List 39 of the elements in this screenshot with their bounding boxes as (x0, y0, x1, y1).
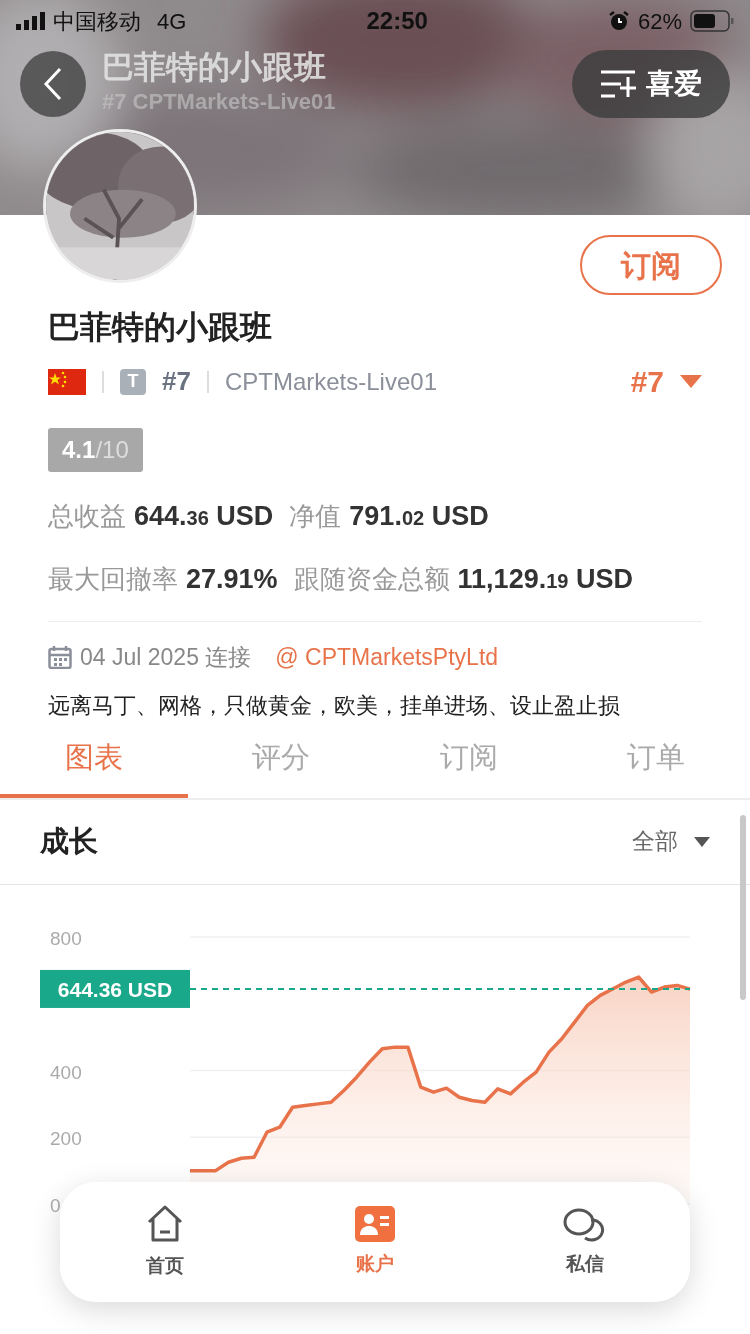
tab[interactable]: 图表 (0, 721, 188, 798)
ref-line-label: 644.36 USD (57, 977, 173, 1001)
section-title: 成长 (40, 823, 98, 859)
rank-selector[interactable]: #7 (630, 359, 702, 404)
home-icon (145, 1203, 185, 1244)
caret-icon (694, 836, 710, 847)
rating-badge: 4.1/10 (48, 428, 143, 472)
tab[interactable]: 评分 (187, 721, 375, 798)
value-tag: 644.36 USD (40, 969, 190, 1008)
nav-tab[interactable]: 首页 (60, 1202, 270, 1282)
stat-label: 总收益 (48, 500, 126, 533)
subscribe-button[interactable]: 订阅 (580, 235, 722, 295)
flag-icon (48, 368, 86, 395)
range-dropdown[interactable]: 全部 (632, 824, 710, 859)
tab[interactable]: 订单 (562, 721, 750, 798)
stat-value: 11,129.19 USD (457, 562, 633, 596)
stat-value: 27.91% (186, 562, 278, 596)
rank-label: #7 (162, 365, 191, 398)
caret-icon (680, 374, 702, 389)
nav-tab[interactable]: 私信 (480, 1204, 690, 1280)
account-type-badge: T (120, 368, 146, 395)
connected-date: 04 Jul 2025 连接 (80, 643, 252, 672)
axis-label: 200 (50, 1127, 82, 1149)
axis-label: 400 (50, 1061, 82, 1082)
tab[interactable]: 订阅 (375, 721, 563, 798)
stat-label: 最大回撤率 (48, 562, 178, 596)
stat-value: 791.02 USD (349, 500, 489, 533)
axis-label: 0 (50, 1194, 61, 1216)
axis-label: 800 (50, 927, 82, 949)
account-name: CPTMarkets-Live01 (224, 366, 437, 397)
broker-link[interactable]: @ CPTMarketsPtyLtd (275, 640, 499, 675)
trader-name: 巴菲特的小跟班 (48, 308, 273, 347)
id-card-icon (355, 1205, 395, 1242)
stat-label: 净值 (289, 500, 342, 533)
strategy-description: 远离马丁、网格，只做黄金，欧美，挂单进场、设止盈止损 (48, 691, 621, 720)
stat-value: 644.36 USD (134, 500, 274, 533)
stat-label: 跟随资金总额 (293, 562, 450, 596)
calendar-icon (48, 645, 72, 669)
nav-tab[interactable]: 账户 (270, 1204, 480, 1280)
